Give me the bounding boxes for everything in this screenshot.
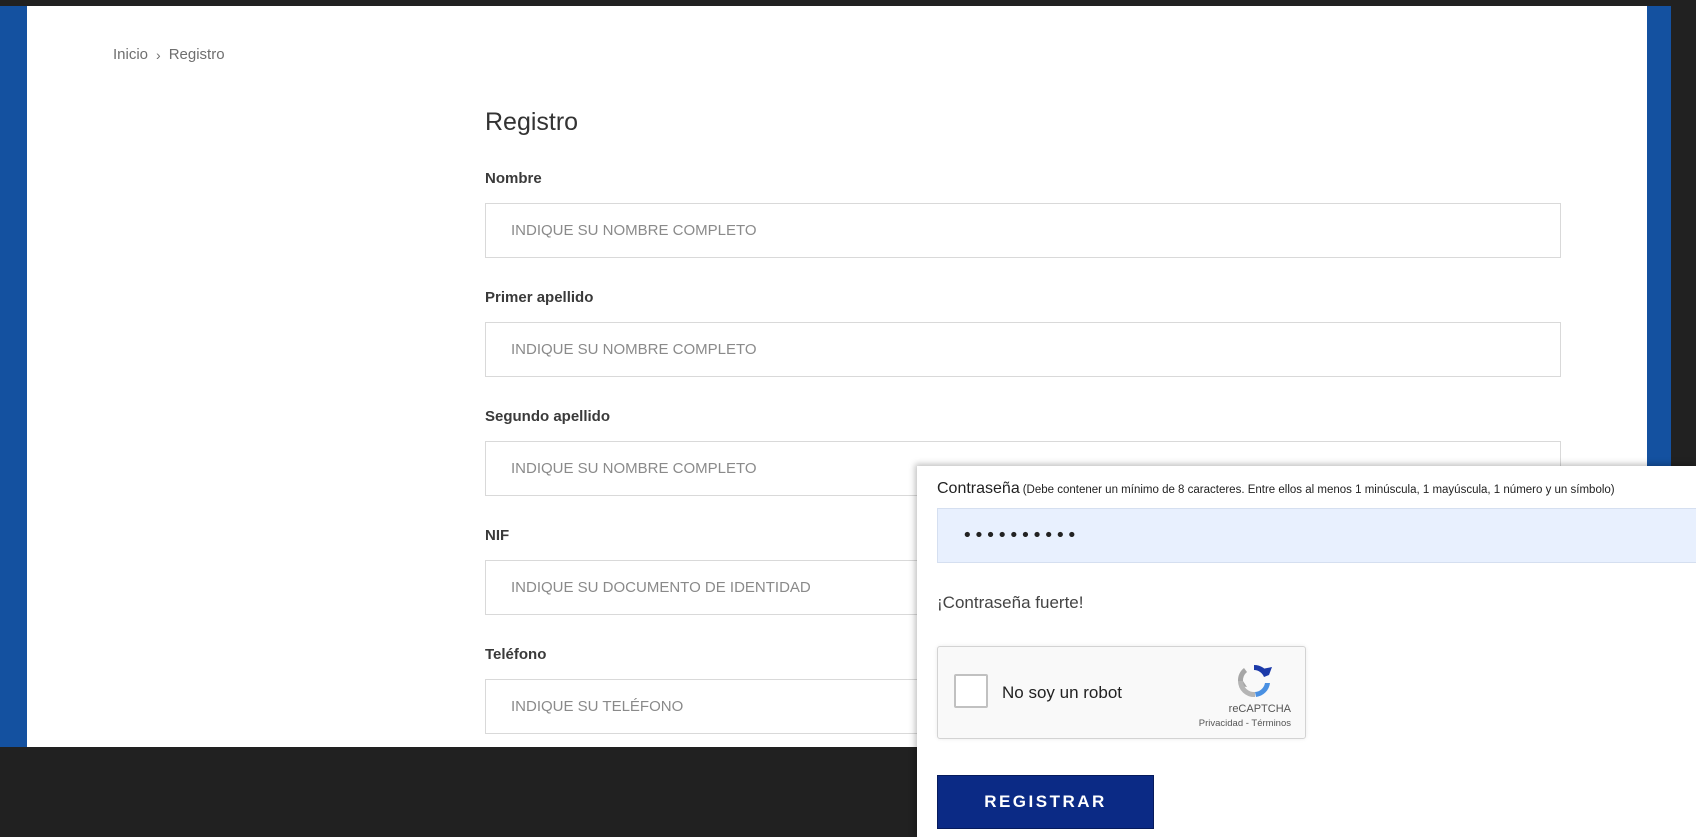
phone-label: Teléfono (485, 646, 547, 663)
first-surname-input[interactable] (485, 322, 1561, 377)
password-input[interactable] (937, 508, 1696, 563)
chevron-right-icon: › (156, 46, 161, 63)
recaptcha-checkbox[interactable] (954, 674, 988, 708)
recaptcha-link-separator: - (1245, 718, 1249, 729)
recaptcha-label: No soy un robot (1002, 683, 1123, 702)
first-surname-label: Primer apellido (485, 289, 594, 306)
page-title: Registro (485, 108, 579, 136)
recaptcha-terms-link[interactable]: Términos (1251, 718, 1291, 729)
recaptcha-privacy-link[interactable]: Privacidad (1199, 718, 1243, 729)
password-label-text: Contraseña (937, 480, 1020, 497)
second-surname-label: Segundo apellido (485, 408, 611, 425)
name-label: Nombre (485, 170, 542, 187)
recaptcha-brand: reCAPTCHA (1228, 703, 1291, 715)
breadcrumb: Inicio › Registro (113, 46, 225, 63)
recaptcha-logo-icon (1237, 664, 1272, 698)
recaptcha-links: Privacidad - Términos (1199, 718, 1291, 729)
password-hint: (Debe contener un mínimo de 8 caracteres… (1022, 484, 1615, 496)
recaptcha-widget: No soy un robot reCAPTCHA Privacidad - T… (937, 646, 1306, 739)
name-input[interactable] (485, 203, 1561, 258)
breadcrumb-home-link[interactable]: Inicio (113, 46, 148, 63)
breadcrumb-current: Registro (168, 46, 225, 63)
password-label: Contraseña (Debe contener un mínimo de 8 … (937, 480, 1615, 498)
register-button[interactable]: REGISTRAR (937, 775, 1154, 829)
password-captcha-panel: Contraseña (Debe contener un mínimo de 8 … (917, 466, 1696, 837)
nif-label: NIF (485, 527, 510, 544)
password-strength-text: ¡Contraseña fuerte! (937, 593, 1084, 612)
